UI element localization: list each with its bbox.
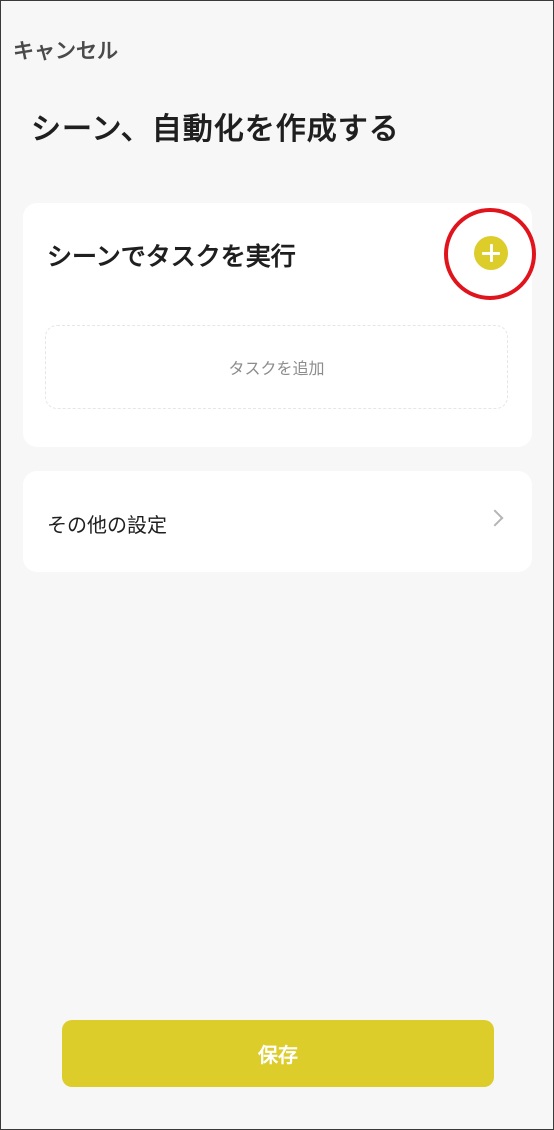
run-tasks-title: シーンでタスクを実行 (47, 242, 296, 271)
other-settings-label: その他の設定 (47, 513, 167, 537)
page-title: シーン、自動化を作成する (31, 112, 400, 147)
cancel-button[interactable]: キャンセル (13, 35, 118, 65)
run-tasks-card: シーンでタスクを実行 タスクを追加 (23, 203, 536, 447)
save-button[interactable]: 保存 (62, 1020, 494, 1087)
chevron-right-icon (486, 509, 504, 527)
other-settings-row[interactable]: その他の設定 (23, 471, 532, 572)
create-scene-screen: キャンセル シーン、自動化を作成する シーンでタスクを実行 タスクを追加 その他… (0, 0, 554, 1130)
plus-circle-icon[interactable] (474, 236, 508, 270)
add-task-button[interactable]: タスクを追加 (45, 325, 508, 409)
